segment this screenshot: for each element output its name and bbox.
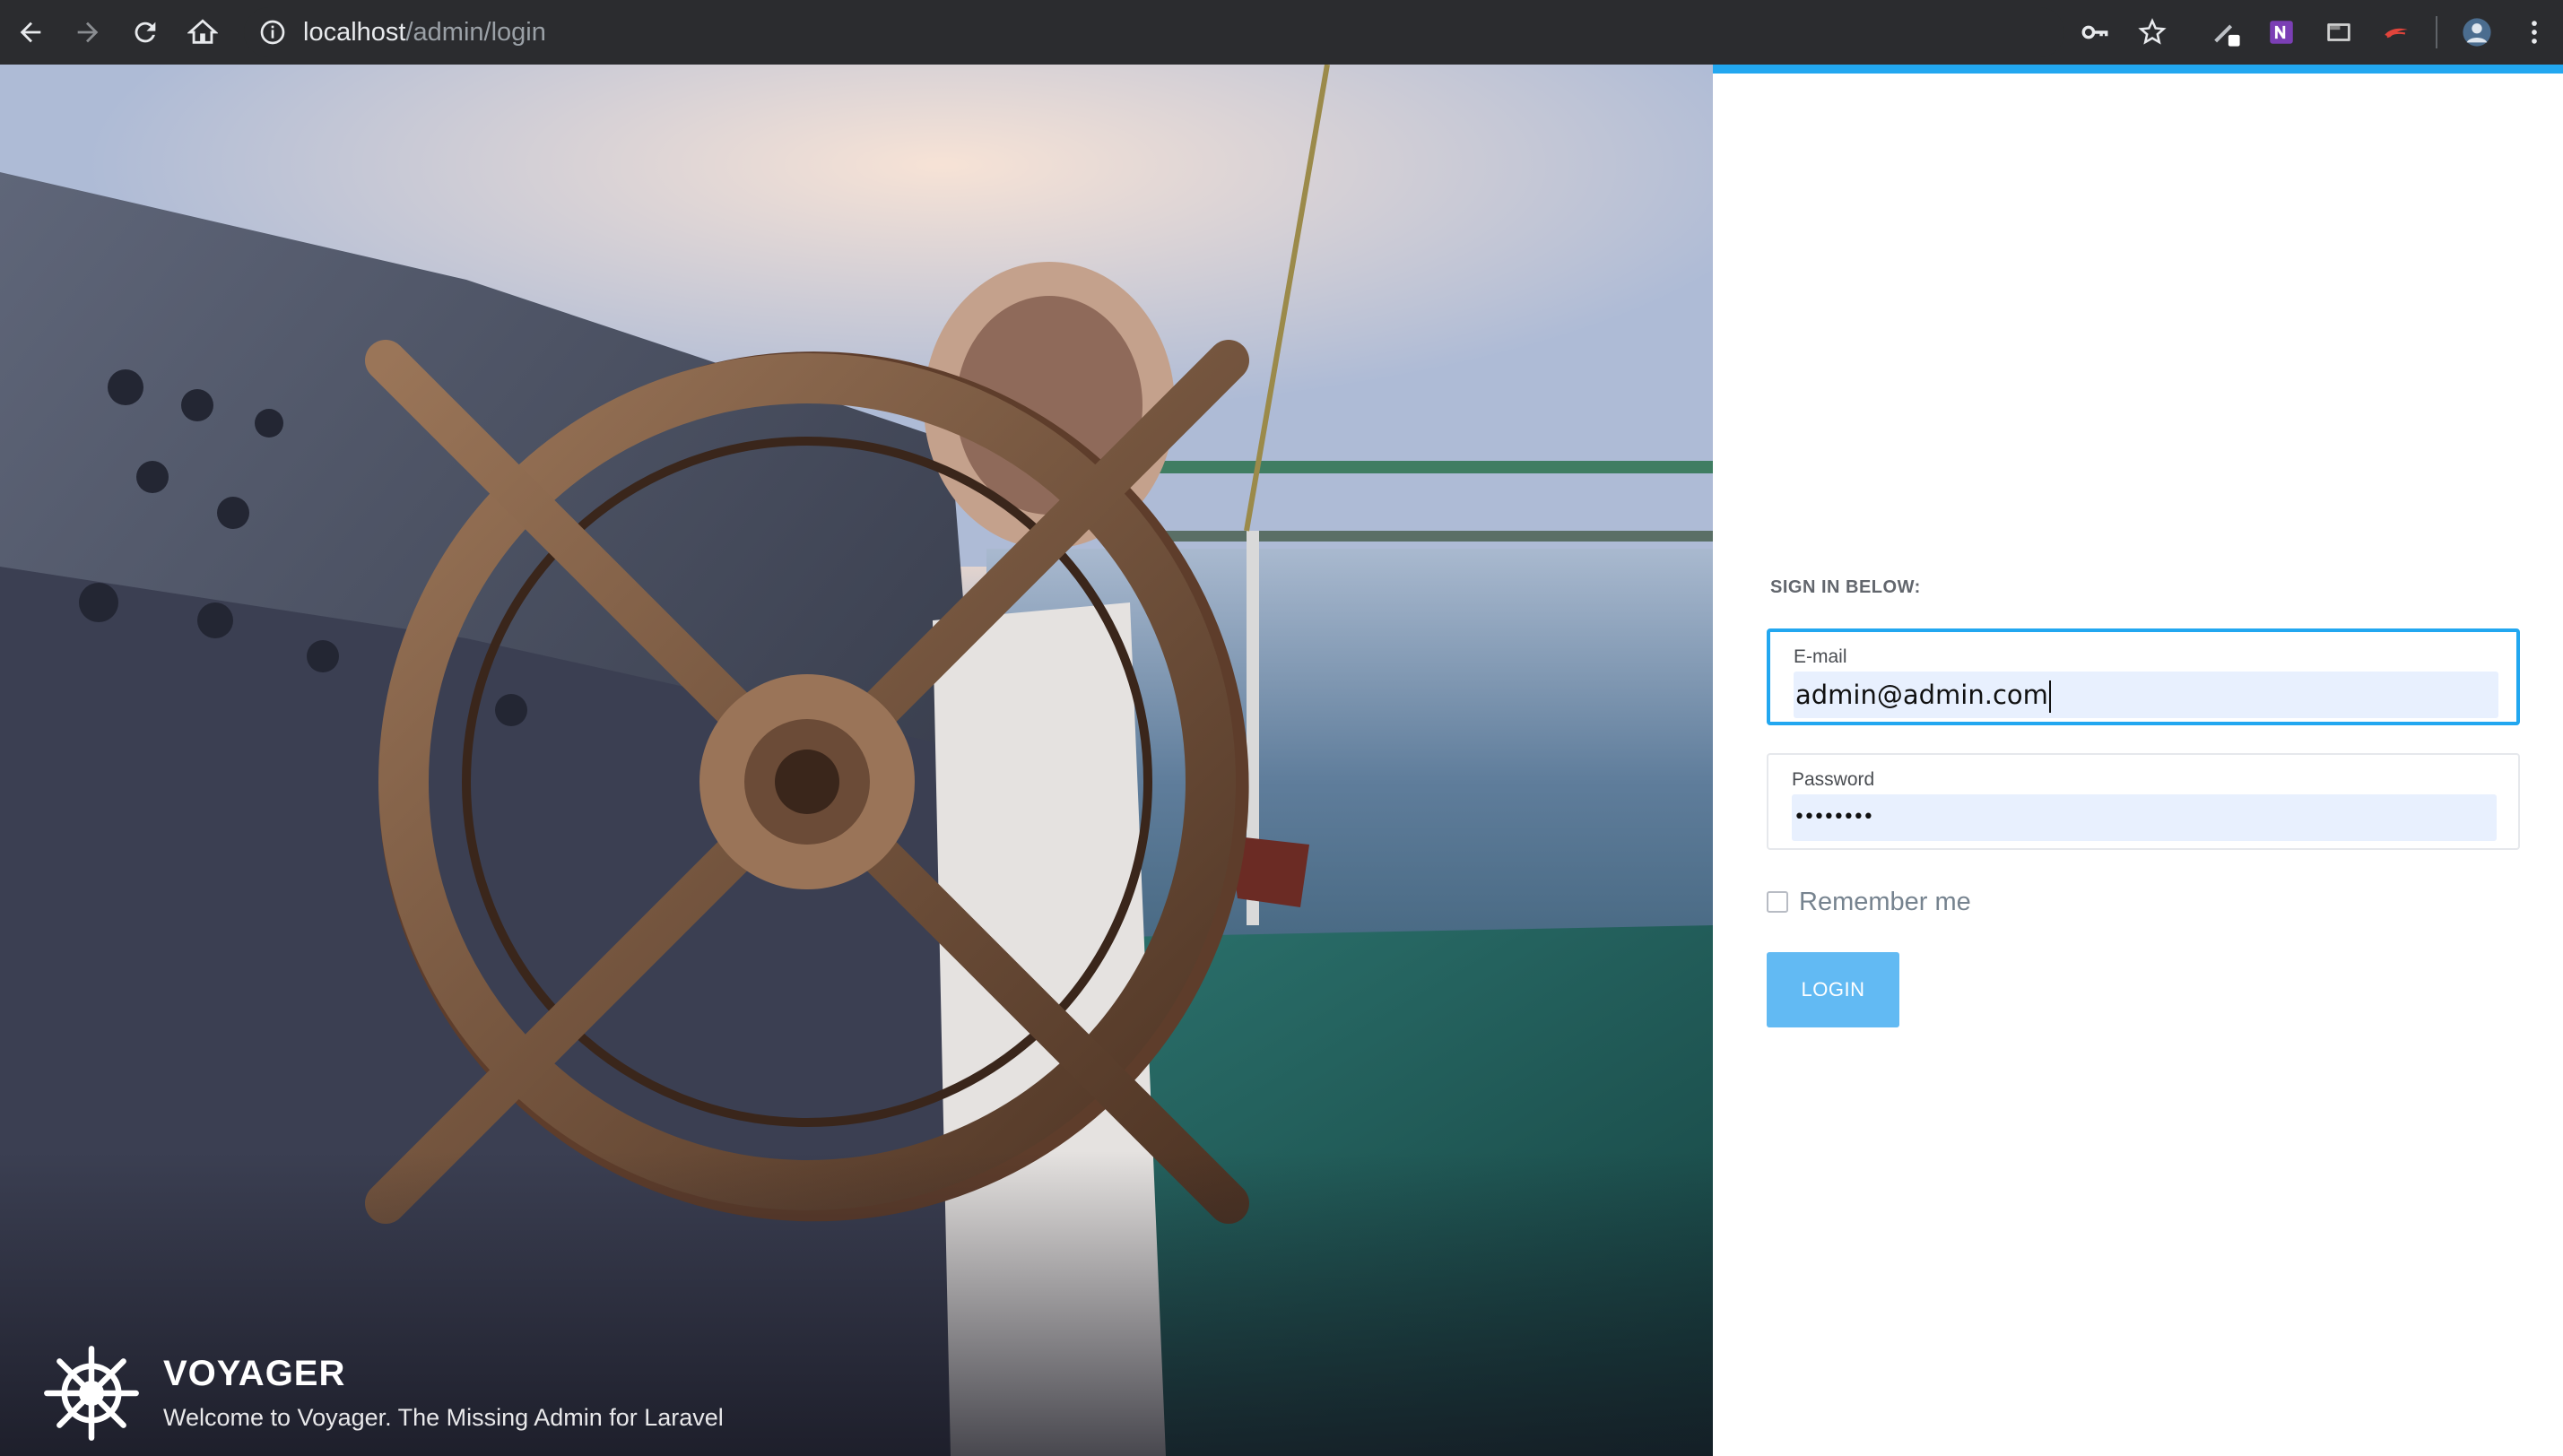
remember-label[interactable]: Remember me bbox=[1799, 888, 1971, 917]
address-bar[interactable]: localhost/admin/login bbox=[244, 7, 2064, 57]
email-label: E-mail bbox=[1794, 646, 1847, 667]
email-value: admin@admin.com bbox=[1795, 680, 2048, 710]
accent-bar bbox=[1713, 65, 2563, 74]
brand-tagline: Welcome to Voyager. The Missing Admin fo… bbox=[163, 1404, 724, 1431]
brand-name: VOYAGER bbox=[163, 1354, 346, 1393]
saved-passwords-button[interactable] bbox=[2077, 14, 2113, 50]
hero-background: VOYAGER Welcome to Voyager. The Missing … bbox=[0, 65, 1713, 1456]
password-label: Password bbox=[1792, 769, 1875, 790]
key-icon bbox=[2081, 25, 2108, 39]
url-host: localhost bbox=[303, 18, 406, 47]
bookmark-star-icon bbox=[2138, 18, 2167, 45]
password-input[interactable]: •••••••• bbox=[1792, 794, 2497, 841]
extension-icon bbox=[2385, 28, 2408, 39]
browser-toolbar: localhost/admin/login bbox=[0, 0, 2563, 65]
toolbar-divider bbox=[2436, 16, 2437, 48]
onenote-extension-button[interactable] bbox=[2263, 14, 2299, 50]
email-input[interactable]: admin@admin.com bbox=[1794, 672, 2498, 718]
password-value: •••••••• bbox=[1794, 806, 1874, 828]
login-button[interactable]: LOGIN bbox=[1767, 952, 1899, 1027]
url-text: localhost/admin/login bbox=[303, 18, 546, 47]
site-info-icon[interactable] bbox=[258, 18, 287, 47]
pen-extension-button[interactable] bbox=[2208, 14, 2244, 50]
profile-avatar-icon bbox=[2463, 18, 2491, 47]
remember-checkbox[interactable] bbox=[1767, 891, 1788, 913]
home-button[interactable] bbox=[183, 13, 222, 52]
screen-capture-extension-button[interactable] bbox=[2321, 14, 2357, 50]
text-caret bbox=[2048, 680, 2051, 713]
url-path: /admin/login bbox=[405, 18, 546, 47]
signin-heading: SIGN IN BELOW: bbox=[1770, 577, 1921, 597]
login-panel: SIGN IN BELOW: E-mail admin@admin.com Pa… bbox=[1713, 65, 2563, 1456]
remember-me[interactable]: Remember me bbox=[1767, 884, 1971, 920]
back-icon bbox=[20, 22, 41, 43]
extension-button[interactable] bbox=[2378, 14, 2414, 50]
forward-icon bbox=[77, 22, 99, 43]
home-icon bbox=[187, 19, 218, 44]
reload-button[interactable] bbox=[126, 13, 165, 52]
bookmark-button[interactable] bbox=[2134, 14, 2170, 50]
email-field-group[interactable]: E-mail admin@admin.com bbox=[1767, 628, 2520, 725]
onenote-extension-icon bbox=[2270, 21, 2293, 44]
browser-menu-button[interactable] bbox=[2516, 14, 2552, 50]
ship-wheel-icon bbox=[44, 1346, 139, 1441]
profile-button[interactable] bbox=[2459, 14, 2495, 50]
pen-extension-icon bbox=[2214, 24, 2240, 47]
back-button[interactable] bbox=[11, 13, 50, 52]
forward-button[interactable] bbox=[68, 13, 108, 52]
password-field-group[interactable]: Password •••••••• bbox=[1767, 753, 2520, 850]
screen-capture-extension-icon bbox=[2327, 23, 2350, 41]
menu-kebab-icon bbox=[2532, 21, 2537, 44]
reload-icon bbox=[135, 22, 156, 43]
